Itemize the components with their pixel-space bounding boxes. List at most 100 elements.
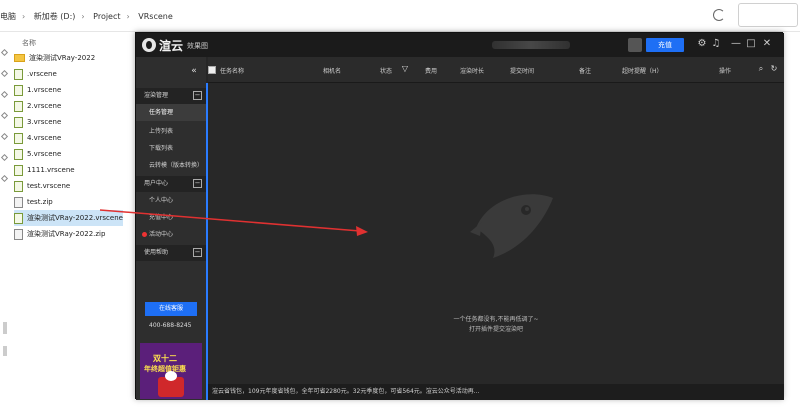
sidebar-item-label: 活动中心 xyxy=(149,231,174,238)
maximize-icon[interactable]: □ xyxy=(745,38,757,50)
online-service-button[interactable]: 在线客服 xyxy=(145,302,197,316)
collapse-group-icon[interactable]: − xyxy=(193,179,202,188)
column-header-camera[interactable]: 相机名 xyxy=(323,66,341,75)
avatar[interactable] xyxy=(628,38,642,52)
bell-icon[interactable]: ♫ xyxy=(710,38,722,50)
sidebar-item-recharge-center[interactable]: 充值中心 xyxy=(136,209,206,226)
vrscene-file-icon xyxy=(14,100,23,112)
pin-icon[interactable] xyxy=(0,111,9,120)
breadcrumb-item[interactable]: 新加卷 (D:) xyxy=(34,12,76,21)
sidebar-item-activity-center[interactable]: 活动中心 xyxy=(136,226,206,243)
list-item[interactable]: test.zip xyxy=(14,194,123,210)
promo-banner[interactable]: 双十二 年终超值钜惠 xyxy=(140,343,202,399)
column-header-cost[interactable]: 费用 xyxy=(425,66,437,75)
vrscene-file-icon xyxy=(14,148,23,160)
filter-icon[interactable]: ▽ xyxy=(400,64,410,74)
empty-state-hint: 打开插件提交渲染吧 xyxy=(468,326,523,333)
pin-icon[interactable] xyxy=(0,69,9,78)
file-name: 渲染测试VRay-2022.vrscene xyxy=(27,214,123,222)
brand-name: 渲云 xyxy=(159,39,184,53)
search-icon[interactable]: ⌕ xyxy=(756,64,766,74)
list-item[interactable]: 4.vrscene xyxy=(14,130,123,146)
list-item[interactable]: .vrscene xyxy=(14,66,123,82)
pin-icon[interactable] xyxy=(0,48,9,57)
file-name: .vrscene xyxy=(27,70,57,78)
zip-file-icon xyxy=(14,228,23,240)
sidebar-group-label: 使用帮助 xyxy=(144,249,169,256)
title-bar[interactable]: 渲云 效果图 充值 ⚙ ♫ — □ ✕ xyxy=(136,33,784,57)
promo-title: 双十二 xyxy=(153,354,177,363)
sidebar-item-download-list[interactable]: 下载列表 xyxy=(136,140,206,157)
column-header-submit-time[interactable]: 提交时间 xyxy=(510,66,534,75)
sidebar-item-upload-list[interactable]: 上传列表 xyxy=(136,123,206,140)
refresh-icon[interactable] xyxy=(713,9,725,21)
list-item[interactable]: 5.vrscene xyxy=(14,146,123,162)
sidebar-item-cloud-convert[interactable]: 云转模（版本转换） xyxy=(136,157,206,174)
close-icon[interactable]: ✕ xyxy=(761,38,773,50)
logo-icon xyxy=(142,38,156,52)
file-name: 渲染测试VRay-2022.zip xyxy=(27,230,106,238)
sidebar-group-user[interactable]: 用户中心 − xyxy=(136,176,206,192)
search-input[interactable] xyxy=(738,3,798,27)
gear-icon[interactable]: ⚙ xyxy=(696,38,708,50)
file-name: 5.vrscene xyxy=(27,150,62,158)
task-list-area: 一个任务都没有,不能再低调了~ 打开插件提交渲染吧 xyxy=(208,83,784,384)
vrscene-file-icon xyxy=(14,68,23,80)
list-item[interactable]: 2.vrscene xyxy=(14,98,123,114)
zip-file-icon xyxy=(14,196,23,208)
file-name: test.zip xyxy=(27,198,53,206)
pin-icon[interactable] xyxy=(0,153,9,162)
file-name: test.vrscene xyxy=(27,182,71,190)
pin-icon[interactable] xyxy=(0,132,9,141)
vrscene-file-icon xyxy=(14,212,23,224)
status-bar[interactable]: 渲云省钱包，109元年度省钱包，全年可省2280元。32元季度包，可省564元。… xyxy=(208,384,784,400)
sidebar-group-render[interactable]: 渲染管理 − xyxy=(136,88,206,104)
vrscene-file-icon xyxy=(14,132,23,144)
sidebar-item-personal-center[interactable]: 个人中心 xyxy=(136,192,206,209)
breadcrumb-item[interactable]: VRscene xyxy=(138,12,173,21)
folder-icon xyxy=(14,54,25,62)
minimize-icon[interactable]: — xyxy=(730,38,742,50)
render-client-window: 渲云 效果图 充值 ⚙ ♫ — □ ✕ « 渲染管理 − 任务管理 上传列表 下载… xyxy=(135,32,784,400)
column-header-note[interactable]: 备注 xyxy=(579,66,591,75)
list-item[interactable]: 1111.vrscene xyxy=(14,162,123,178)
scrollbar-thumb[interactable] xyxy=(3,322,7,334)
vrscene-file-icon xyxy=(14,180,23,192)
collapse-group-icon[interactable]: − xyxy=(193,91,202,100)
empty-state-illustration xyxy=(470,194,553,258)
collapse-group-icon[interactable]: − xyxy=(193,248,202,257)
scrollbar-thumb[interactable] xyxy=(3,346,7,356)
recharge-button[interactable]: 充值 xyxy=(646,38,684,52)
column-header-timeout[interactable]: 超时提醒（H） xyxy=(622,66,663,75)
breadcrumb-item[interactable]: Project xyxy=(93,12,120,21)
column-header-status[interactable]: 状态 xyxy=(380,66,392,75)
pin-icon[interactable] xyxy=(0,174,9,183)
list-item-selected[interactable]: 渲染测试VRay-2022.vrscene xyxy=(14,210,123,226)
breadcrumb-item[interactable]: 电脑 xyxy=(0,12,16,21)
address-bar[interactable]: 电脑 › 新加卷 (D:) › Project › VRscene xyxy=(0,0,800,32)
sidebar-group-help[interactable]: 使用帮助 − xyxy=(136,245,206,261)
list-item[interactable]: test.vrscene xyxy=(14,178,123,194)
list-item[interactable]: 渲染测试VRay-2022.zip xyxy=(14,226,123,242)
collapse-sidebar-icon[interactable]: « xyxy=(189,66,199,76)
column-header-task-name[interactable]: 任务名称 xyxy=(220,66,244,75)
file-list: 渲染测试VRay-2022 .vrscene 1.vrscene 2.vrsce… xyxy=(14,50,123,242)
column-header-actions: 操作 xyxy=(719,68,732,75)
support-phone: 400-688-8245 xyxy=(149,322,192,329)
pin-icon[interactable] xyxy=(0,90,9,99)
column-header-name[interactable]: 名称 xyxy=(22,38,36,48)
breadcrumb-separator-icon: › xyxy=(22,12,26,21)
refresh-icon[interactable]: ↻ xyxy=(769,64,779,74)
list-item[interactable]: 3.vrscene xyxy=(14,114,123,130)
select-all-checkbox[interactable] xyxy=(208,66,216,74)
sidebar-item-task-management[interactable]: 任务管理 xyxy=(136,104,206,121)
list-item[interactable]: 渲染测试VRay-2022 xyxy=(14,50,123,66)
sidebar-group-label: 渲染管理 xyxy=(144,92,169,99)
sidebar-top: « xyxy=(136,57,206,83)
task-table-header: 任务名称 相机名 状态 ▽ 费用 渲染时长 提交时间 备注 超时提醒（H） 操作… xyxy=(208,57,784,83)
sidebar-group-label: 用户中心 xyxy=(144,180,169,187)
breadcrumb-separator-icon: › xyxy=(81,12,85,21)
list-item[interactable]: 1.vrscene xyxy=(14,82,123,98)
column-header-render-time[interactable]: 渲染时长 xyxy=(460,66,484,75)
brand-subtitle: 效果图 xyxy=(187,42,208,50)
